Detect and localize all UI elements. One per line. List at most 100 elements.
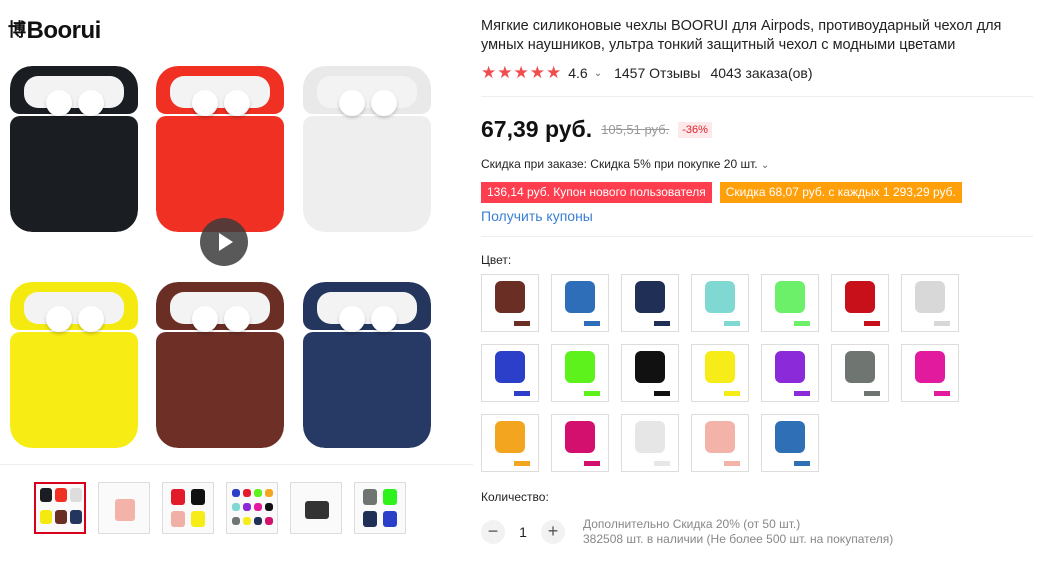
thumbnail-2[interactable] xyxy=(98,482,150,534)
color-option-rose[interactable] xyxy=(551,414,609,472)
color-option-pink[interactable] xyxy=(901,344,959,402)
color-option-purple[interactable] xyxy=(761,344,819,402)
quantity-label: Количество: xyxy=(481,490,549,504)
color-option-ocean[interactable] xyxy=(761,414,819,472)
bulk-discount[interactable]: Скидка при заказе: Скидка 5% при покупке… xyxy=(481,157,769,171)
color-sample xyxy=(845,351,875,383)
color-option-glow[interactable] xyxy=(761,274,819,332)
case-yellow xyxy=(10,282,138,448)
star-icon: ★ xyxy=(529,63,546,82)
color-tag xyxy=(654,391,670,396)
color-option-orange[interactable] xyxy=(481,414,539,472)
color-tag xyxy=(934,391,950,396)
increase-quantity-button[interactable]: + xyxy=(541,520,565,544)
color-tag xyxy=(654,461,670,466)
color-sample xyxy=(915,351,945,383)
color-sample xyxy=(635,281,665,313)
color-sample xyxy=(705,351,735,383)
color-sample xyxy=(495,421,525,453)
product-gallery: 博Boorui xyxy=(0,0,473,561)
color-tag xyxy=(584,321,600,326)
orders-count: 4043 заказа(ов) xyxy=(710,65,813,81)
color-option-white[interactable] xyxy=(621,414,679,472)
case-brown xyxy=(156,282,284,448)
color-tag xyxy=(654,321,670,326)
color-option-green[interactable] xyxy=(551,344,609,402)
color-option-gray-white[interactable] xyxy=(901,274,959,332)
chevron-down-icon: ⌄ xyxy=(760,160,770,171)
color-sample xyxy=(915,281,945,313)
color-sample xyxy=(565,281,595,313)
color-tag xyxy=(514,321,530,326)
color-sample xyxy=(705,421,735,453)
current-price: 67,39 руб. xyxy=(481,116,593,142)
color-tag xyxy=(794,321,810,326)
rating-value[interactable]: 4.6 xyxy=(568,65,587,81)
case-navy xyxy=(303,282,431,448)
color-option-peach[interactable] xyxy=(691,414,749,472)
color-sample xyxy=(565,351,595,383)
extra-discount-text: Дополнительно Скидка 20% (от 50 шт.) xyxy=(583,517,801,531)
color-option-dark-gray[interactable] xyxy=(831,344,889,402)
stock-text: 382508 шт. в наличии (Не более 500 шт. н… xyxy=(583,532,894,546)
thumbnail-5[interactable] xyxy=(290,482,342,534)
color-sample xyxy=(845,281,875,313)
coupon-store-discount[interactable]: Скидка 68,07 руб. с каждых 1 293,29 руб. xyxy=(719,182,962,203)
get-coupons-link[interactable]: Получить купоны xyxy=(481,208,593,224)
star-icon: ★ xyxy=(497,63,514,82)
color-tag xyxy=(934,321,950,326)
divider xyxy=(481,96,1033,97)
thumbnail-4[interactable] xyxy=(226,482,278,534)
color-option-blue[interactable] xyxy=(481,344,539,402)
color-tag xyxy=(514,461,530,466)
color-tag xyxy=(864,321,880,326)
case-white xyxy=(303,66,431,232)
color-sample xyxy=(495,351,525,383)
chevron-down-icon[interactable]: ⌄ xyxy=(594,68,602,79)
color-option-black[interactable] xyxy=(621,344,679,402)
coupon-list: 136,14 руб. Купон нового пользователя Ск… xyxy=(481,182,962,203)
color-label: Цвет: xyxy=(481,253,512,267)
star-icon: ★ xyxy=(513,63,530,82)
color-sample xyxy=(705,281,735,313)
case-black xyxy=(10,66,138,232)
discount-badge: -36% xyxy=(678,121,712,138)
color-option-yellow[interactable] xyxy=(691,344,749,402)
color-option-coffee[interactable] xyxy=(481,274,539,332)
color-sample xyxy=(635,351,665,383)
reviews-count[interactable]: 1457 Отзывы xyxy=(614,65,700,81)
brand-logo: 博Boorui xyxy=(8,16,101,45)
quantity-input[interactable]: 1 xyxy=(517,524,529,540)
color-sample xyxy=(635,421,665,453)
color-sample xyxy=(565,421,595,453)
play-icon[interactable] xyxy=(200,218,248,266)
case-red xyxy=(156,66,284,232)
coupon-new-user[interactable]: 136,14 руб. Купон нового пользователя xyxy=(481,182,712,203)
brand-glyph: 博 xyxy=(8,20,26,40)
color-option-gradient-blue[interactable] xyxy=(551,274,609,332)
color-sample xyxy=(495,281,525,313)
color-sample xyxy=(775,281,805,313)
color-tag xyxy=(584,391,600,396)
color-tag xyxy=(724,391,740,396)
stock-info: Дополнительно Скидка 20% (от 50 шт.) 382… xyxy=(583,517,893,547)
thumbnail-1[interactable] xyxy=(34,482,86,534)
color-option-navy[interactable] xyxy=(621,274,679,332)
quantity-stepper: − 1 + Дополнительно Скидка 20% (от 50 шт… xyxy=(481,517,893,547)
color-sample xyxy=(775,351,805,383)
product-title: Мягкие силиконовые чехлы BOORUI для Airp… xyxy=(481,18,1002,53)
color-option-red[interactable] xyxy=(831,274,889,332)
thumbnail-strip xyxy=(34,482,406,534)
bulk-discount-text: Скидка при заказе: Скидка 5% при покупке… xyxy=(481,157,758,171)
color-option-mint[interactable] xyxy=(691,274,749,332)
color-tag xyxy=(794,461,810,466)
old-price: 105,51 руб. xyxy=(601,122,670,137)
thumbnail-6[interactable] xyxy=(354,482,406,534)
color-tag xyxy=(864,391,880,396)
star-icon: ★ xyxy=(481,63,498,82)
thumbnail-3[interactable] xyxy=(162,482,214,534)
color-tag xyxy=(514,391,530,396)
decrease-quantity-button[interactable]: − xyxy=(481,520,505,544)
color-swatches xyxy=(481,274,971,472)
divider xyxy=(481,236,1033,237)
